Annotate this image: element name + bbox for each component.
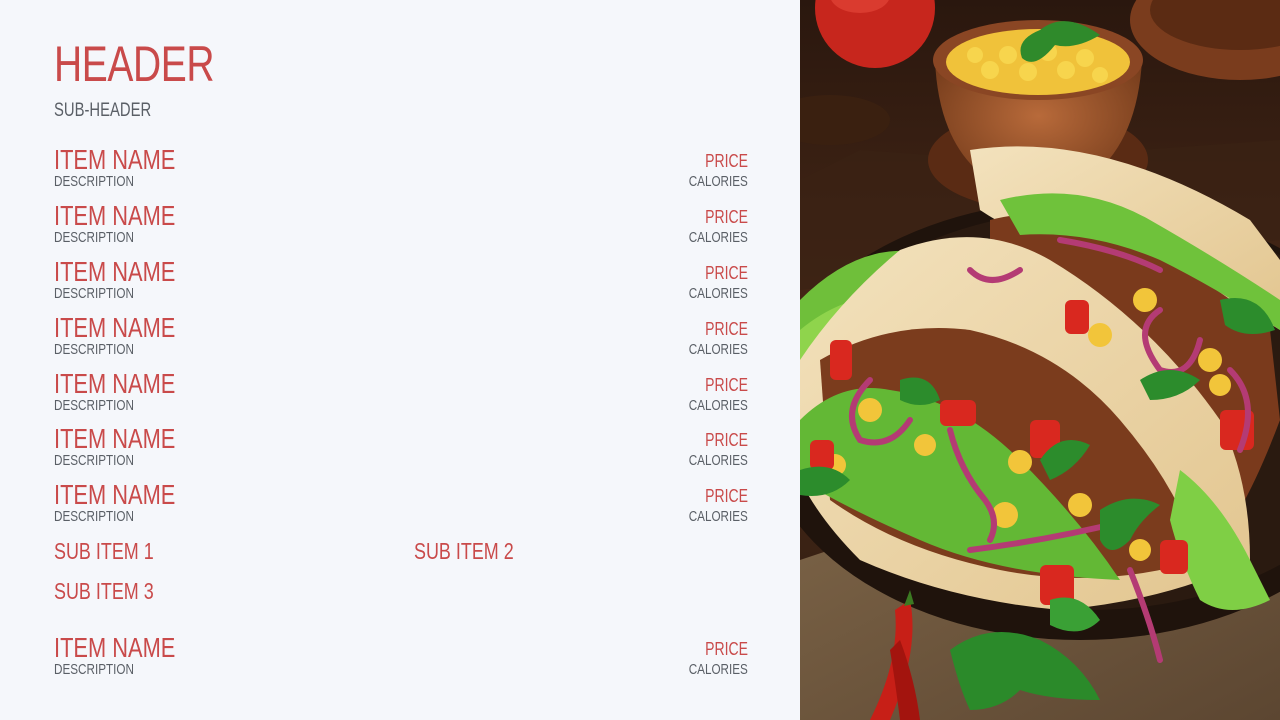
item-calories: CALORIES bbox=[688, 173, 748, 190]
tacos-photo-illustration bbox=[800, 0, 1280, 720]
item-calories: CALORIES bbox=[688, 661, 748, 678]
item-calories: CALORIES bbox=[688, 229, 748, 246]
item-name: ITEM NAME bbox=[54, 144, 176, 175]
item-calories: CALORIES bbox=[688, 285, 748, 302]
menu-item-row: ITEM NAME DESCRIPTION PRICE CALORIES bbox=[54, 424, 748, 474]
menu-subheader: SUB-HEADER bbox=[54, 100, 152, 121]
sub-item-3: SUB ITEM 3 bbox=[54, 578, 154, 604]
item-calories: CALORIES bbox=[688, 397, 748, 414]
item-description: DESCRIPTION bbox=[54, 661, 134, 678]
item-description: DESCRIPTION bbox=[54, 397, 134, 414]
sub-item-1: SUB ITEM 1 bbox=[54, 538, 154, 564]
item-calories: CALORIES bbox=[688, 508, 748, 525]
item-description: DESCRIPTION bbox=[54, 341, 134, 358]
menu-item-row: ITEM NAME DESCRIPTION PRICE CALORIES bbox=[54, 201, 748, 251]
menu-item-row: ITEM NAME DESCRIPTION PRICE CALORIES bbox=[54, 257, 748, 307]
menu-header: HEADER bbox=[54, 36, 215, 92]
sub-item-2: SUB ITEM 2 bbox=[414, 538, 514, 564]
item-price: PRICE bbox=[705, 207, 748, 227]
menu-panel: HEADER SUB-HEADER ITEM NAME DESCRIPTION … bbox=[0, 0, 800, 720]
menu-item-row: ITEM NAME DESCRIPTION PRICE CALORIES bbox=[54, 313, 748, 363]
item-price: PRICE bbox=[705, 430, 748, 450]
menu-item-row: ITEM NAME DESCRIPTION PRICE CALORIES bbox=[54, 480, 748, 530]
item-description: DESCRIPTION bbox=[54, 173, 134, 190]
tacos-photo bbox=[800, 0, 1280, 720]
item-description: DESCRIPTION bbox=[54, 508, 134, 525]
item-name: ITEM NAME bbox=[54, 632, 176, 663]
item-calories: CALORIES bbox=[688, 341, 748, 358]
menu-item-row: ITEM NAME DESCRIPTION PRICE CALORIES bbox=[54, 369, 748, 419]
item-price: PRICE bbox=[705, 375, 748, 395]
item-name: ITEM NAME bbox=[54, 423, 176, 454]
item-name: ITEM NAME bbox=[54, 200, 176, 231]
item-name: ITEM NAME bbox=[54, 256, 176, 287]
item-calories: CALORIES bbox=[688, 452, 748, 469]
menu-item-row: ITEM NAME DESCRIPTION PRICE CALORIES bbox=[54, 145, 748, 195]
menu-item-row-footer: ITEM NAME DESCRIPTION PRICE CALORIES bbox=[54, 633, 748, 683]
item-price: PRICE bbox=[705, 151, 748, 171]
item-price: PRICE bbox=[705, 263, 748, 283]
item-price: PRICE bbox=[705, 486, 748, 506]
item-description: DESCRIPTION bbox=[54, 452, 134, 469]
item-price: PRICE bbox=[705, 319, 748, 339]
item-name: ITEM NAME bbox=[54, 479, 176, 510]
item-price: PRICE bbox=[705, 639, 748, 659]
item-description: DESCRIPTION bbox=[54, 229, 134, 246]
item-name: ITEM NAME bbox=[54, 368, 176, 399]
item-name: ITEM NAME bbox=[54, 312, 176, 343]
item-description: DESCRIPTION bbox=[54, 285, 134, 302]
